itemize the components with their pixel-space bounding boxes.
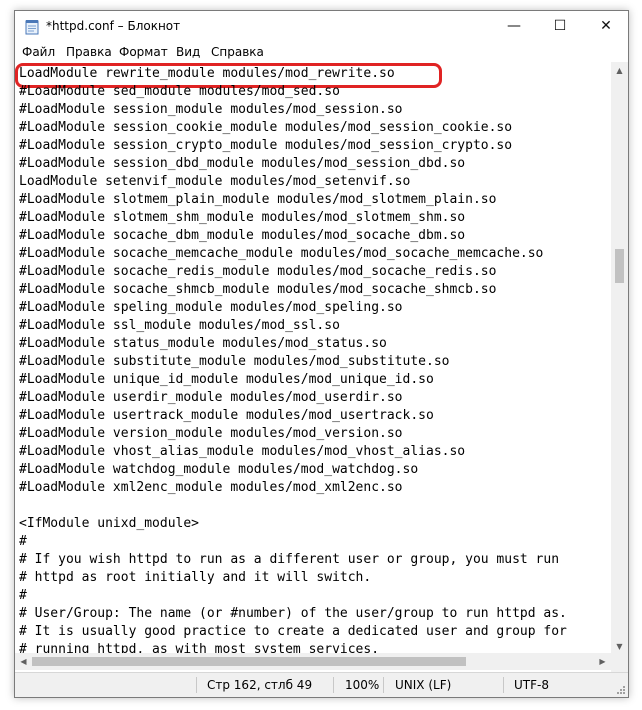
editor-line[interactable]: # If you wish httpd to run as a differen…	[19, 551, 567, 569]
editor-line[interactable]: #LoadModule status_module modules/mod_st…	[19, 335, 567, 353]
editor-line[interactable]: # It is usually good practice to create …	[19, 623, 567, 641]
status-divider	[196, 677, 197, 693]
editor-line[interactable]: #LoadModule userdir_module modules/mod_u…	[19, 389, 567, 407]
editor-line[interactable]: #LoadModule watchdog_module modules/mod_…	[19, 461, 567, 479]
editor-line[interactable]: #LoadModule sed_module modules/mod_sed.s…	[19, 83, 567, 101]
close-icon: ✕	[600, 18, 612, 34]
scroll-down-icon[interactable]: ▼	[611, 638, 628, 655]
editor-line[interactable]	[19, 497, 567, 515]
editor-line[interactable]: #LoadModule session_crypto_module module…	[19, 137, 567, 155]
minimize-icon: —	[507, 18, 521, 34]
editor-line[interactable]: #LoadModule vhost_alias_module modules/m…	[19, 443, 567, 461]
editor-line[interactable]: #LoadModule unique_id_module modules/mod…	[19, 371, 567, 389]
menu-view[interactable]: Вид	[176, 45, 200, 59]
vertical-scroll-thumb[interactable]	[615, 249, 624, 283]
editor-lines: LoadModule rewrite_module modules/mod_re…	[19, 65, 567, 659]
menu-file[interactable]: Файл	[22, 45, 55, 59]
editor-line[interactable]: # User/Group: The name (or #number) of t…	[19, 605, 567, 623]
editor-line[interactable]: #LoadModule session_module modules/mod_s…	[19, 101, 567, 119]
editor-line[interactable]: #LoadModule substitute_module modules/mo…	[19, 353, 567, 371]
editor-line[interactable]: #LoadModule session_cookie_module module…	[19, 119, 567, 137]
editor-line[interactable]: #LoadModule version_module modules/mod_v…	[19, 425, 567, 443]
line-endings: UNIX (LF)	[395, 678, 452, 692]
editor-line[interactable]: #LoadModule socache_shmcb_module modules…	[19, 281, 567, 299]
scroll-right-icon[interactable]: ▶	[594, 653, 611, 670]
editor-line[interactable]: <IfModule unixd_module>	[19, 515, 567, 533]
window-title: *httpd.conf – Блокнот	[46, 19, 181, 33]
zoom-level: 100%	[345, 678, 380, 692]
cursor-position: Стр 162, стлб 49	[207, 678, 313, 692]
status-divider	[383, 677, 384, 693]
notepad-window: *httpd.conf – Блокнот — ☐ ✕ Файл Правка …	[14, 10, 629, 698]
scroll-left-icon[interactable]: ◀	[15, 653, 32, 670]
editor-line[interactable]: # httpd as root initially and it will sw…	[19, 569, 567, 587]
maximize-icon: ☐	[553, 18, 567, 34]
scroll-up-icon[interactable]: ▲	[611, 62, 628, 79]
editor-line[interactable]: #LoadModule socache_dbm_module modules/m…	[19, 227, 567, 245]
editor-line[interactable]: #LoadModule slotmem_shm_module modules/m…	[19, 209, 567, 227]
editor-line[interactable]: #LoadModule usertrack_module modules/mod…	[19, 407, 567, 425]
maximize-button[interactable]: ☐	[537, 11, 583, 42]
editor-line[interactable]: #LoadModule session_dbd_module modules/m…	[19, 155, 567, 173]
editor-line[interactable]: #LoadModule speling_module modules/mod_s…	[19, 299, 567, 317]
editor-line[interactable]: #LoadModule slotmem_plain_module modules…	[19, 191, 567, 209]
resize-grip-icon[interactable]	[616, 685, 626, 695]
text-editor[interactable]: LoadModule rewrite_module modules/mod_re…	[15, 62, 611, 672]
close-button[interactable]: ✕	[583, 11, 629, 42]
status-divider	[333, 677, 334, 693]
editor-line[interactable]: #LoadModule socache_redis_module modules…	[19, 263, 567, 281]
editor-line[interactable]: LoadModule setenvif_module modules/mod_s…	[19, 173, 567, 191]
editor-line[interactable]: #LoadModule socache_memcache_module modu…	[19, 245, 567, 263]
editor-line[interactable]: #LoadModule xml2enc_module modules/mod_x…	[19, 479, 567, 497]
menu-bar: Файл Правка Формат Вид Справка	[15, 42, 628, 62]
menu-help[interactable]: Справка	[211, 45, 264, 59]
editor-line[interactable]: LoadModule rewrite_module modules/mod_re…	[19, 65, 567, 83]
horizontal-scroll-thumb[interactable]	[32, 657, 466, 666]
encoding: UTF-8	[514, 678, 549, 692]
notepad-app-icon	[25, 20, 39, 35]
status-divider	[503, 677, 504, 693]
horizontal-scrollbar[interactable]: ◀ ▶	[15, 653, 611, 670]
editor-line[interactable]: #LoadModule ssl_module modules/mod_ssl.s…	[19, 317, 567, 335]
title-bar[interactable]: *httpd.conf – Блокнот — ☐ ✕	[15, 11, 628, 42]
editor-line[interactable]: #	[19, 587, 567, 605]
vertical-scrollbar[interactable]: ▲ ▼	[611, 62, 628, 672]
status-bar: Стр 162, стлб 49 100% UNIX (LF) UTF-8	[15, 672, 628, 697]
menu-edit[interactable]: Правка	[66, 45, 112, 59]
minimize-button[interactable]: —	[491, 11, 537, 42]
editor-line[interactable]: #	[19, 533, 567, 551]
menu-format[interactable]: Формат	[119, 45, 168, 59]
